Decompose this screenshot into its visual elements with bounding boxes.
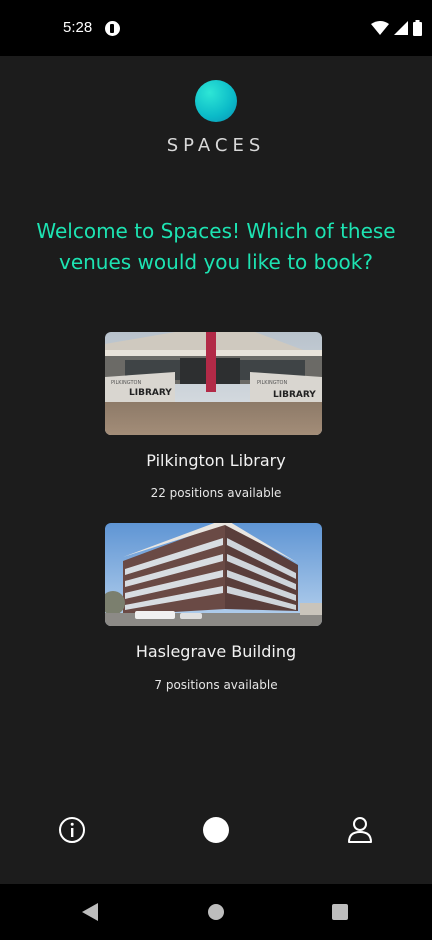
recents-icon[interactable] — [332, 904, 348, 920]
welcome-line-1: Welcome to Spaces! Which of these — [36, 219, 396, 243]
app-notification-icon — [105, 21, 120, 36]
status-icons — [371, 19, 422, 37]
venue-image-pilkington-library[interactable]: PILKINGTON LIBRARY PILKINGTON LIBRARY — [105, 332, 322, 435]
venue-name-pilkington-library[interactable]: Pilkington Library — [0, 451, 432, 470]
venue-positions-pilkington-library: 22 positions available — [150, 486, 282, 500]
welcome-message: Welcome to Spaces! Which of these venues… — [20, 216, 412, 278]
battery-icon — [413, 20, 422, 36]
home-icon[interactable] — [203, 817, 229, 843]
sign-large-right: LIBRARY — [273, 390, 316, 400]
spaces-logo — [195, 80, 237, 122]
signal-icon — [394, 20, 408, 35]
venue-name-haslegrave-building[interactable]: Haslegrave Building — [0, 642, 432, 661]
sign-small-left: PILKINGTON — [111, 380, 141, 386]
profile-icon[interactable] — [346, 815, 374, 845]
wifi-icon — [371, 20, 389, 35]
system-home-icon[interactable] — [208, 904, 224, 920]
venue-image-haslegrave-building[interactable] — [105, 523, 322, 626]
brand-name: SPACES — [166, 135, 266, 156]
welcome-line-2: venues would you like to book? — [58, 250, 373, 274]
info-icon[interactable] — [58, 816, 86, 844]
back-icon[interactable] — [82, 903, 98, 921]
status-bar: 5:28 — [0, 0, 432, 56]
sign-large-left: LIBRARY — [129, 388, 172, 398]
sign-small-right: PILKINGTON — [257, 380, 287, 386]
venue-positions-haslegrave-building: 7 positions available — [154, 678, 278, 692]
status-time: 5:28 — [63, 19, 93, 36]
